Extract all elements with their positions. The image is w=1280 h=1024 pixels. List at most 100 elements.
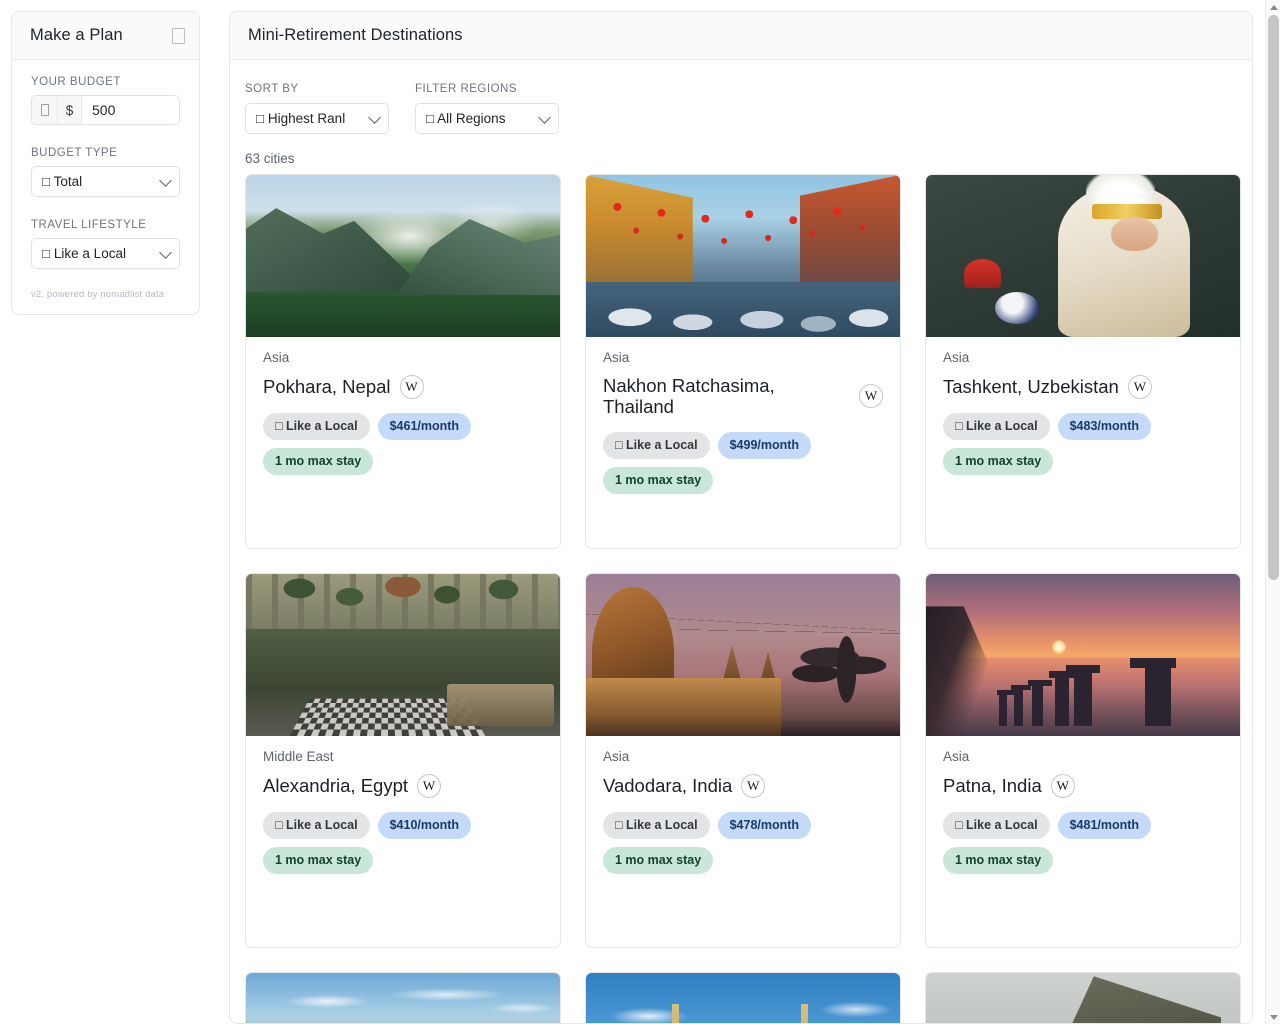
page-title: Mini-Retirement Destinations <box>248 26 463 44</box>
chip-max-stay: 1 mo max stay <box>263 847 374 874</box>
card-body: Asia Vadodara, India W □ Like a Local $4… <box>586 736 900 874</box>
destination-card[interactable] <box>245 972 561 1023</box>
results-count: 63 cities <box>245 151 295 166</box>
collapse-panel-icon[interactable] <box>172 27 185 44</box>
sidebar-container: Make a Plan YOUR BUDGET $ 500 BUDGET TYP… <box>0 0 212 1024</box>
chip-lifestyle: □ Like a Local <box>603 431 710 459</box>
wikipedia-icon[interactable]: W <box>399 375 424 399</box>
card-region: Asia <box>943 749 970 764</box>
chip-max-stay: 1 mo max stay <box>263 448 374 475</box>
chip-lifestyle: □ Like a Local <box>943 413 1050 440</box>
card-region: Asia <box>263 350 290 365</box>
card-city-name: Patna, India <box>943 775 1042 797</box>
sidebar-footer-credit: v2. powered by nomadlist data <box>31 289 165 300</box>
budget-amount-input[interactable]: 500 <box>82 96 179 124</box>
card-chips-secondary: 1 mo max stay <box>263 448 543 475</box>
main-header: Mini-Retirement Destinations <box>230 12 1252 60</box>
travel-lifestyle-value: □ Like a Local <box>42 246 126 261</box>
destination-card[interactable]: Asia Nakhon Ratchasima, Thailand W □ Lik… <box>585 174 901 549</box>
sort-by-value: □ Highest Ranl <box>256 111 346 126</box>
destination-card[interactable]: Asia Patna, India W □ Like a Local $481/… <box>925 573 1241 948</box>
card-city-name: Alexandria, Egypt <box>263 775 409 797</box>
card-city-row: Nakhon Ratchasima, Thailand W <box>603 375 883 418</box>
card-chips-secondary: 1 mo max stay <box>603 847 883 874</box>
chip-price: $478/month <box>717 812 812 839</box>
card-city-name: Vadodara, India <box>603 775 733 797</box>
card-city-name: Pokhara, Nepal <box>263 376 391 398</box>
chip-max-stay: 1 mo max stay <box>943 448 1054 475</box>
card-photo <box>926 175 1240 337</box>
budget-type-label: BUDGET TYPE <box>31 147 118 159</box>
scroll-up-arrow-icon[interactable] <box>1266 0 1280 14</box>
card-region: Asia <box>603 749 630 764</box>
destination-card[interactable]: Asia Pokhara, Nepal W □ Like a Local $46… <box>245 174 561 549</box>
wikipedia-icon[interactable]: W <box>1050 774 1075 798</box>
card-chips: □ Like a Local $478/month <box>603 812 883 839</box>
card-chips-secondary: 1 mo max stay <box>263 847 543 874</box>
chip-max-stay: 1 mo max stay <box>603 466 714 494</box>
destination-card[interactable]: Asia Vadodara, India W □ Like a Local $4… <box>585 573 901 948</box>
sort-by-label: SORT BY <box>245 83 299 95</box>
budget-label: YOUR BUDGET <box>31 76 121 88</box>
chip-lifestyle: □ Like a Local <box>263 413 370 440</box>
card-chips: □ Like a Local $410/month <box>263 812 543 839</box>
chevron-down-icon <box>159 245 172 259</box>
destination-card[interactable]: Middle East Alexandria, Egypt W □ Like a… <box>245 573 561 948</box>
chip-price: $499/month <box>717 431 812 459</box>
destination-card[interactable] <box>585 972 901 1023</box>
currency-symbol: $ <box>58 96 82 124</box>
page-scrollbar[interactable] <box>1265 0 1280 1024</box>
wikipedia-icon[interactable]: W <box>417 774 442 798</box>
card-city-name: Tashkent, Uzbekistan <box>943 376 1119 398</box>
wikipedia-icon[interactable]: W <box>741 774 766 798</box>
card-photo <box>586 175 900 337</box>
scroll-down-arrow-icon[interactable] <box>1266 1010 1280 1024</box>
card-chips-secondary: 1 mo max stay <box>943 847 1223 874</box>
chip-price: $410/month <box>377 812 472 839</box>
card-photo <box>246 175 560 337</box>
card-city-row: Tashkent, Uzbekistan W <box>943 375 1223 399</box>
budget-input-group[interactable]: $ 500 <box>31 95 180 125</box>
filter-regions-select[interactable]: □ All Regions <box>415 103 559 134</box>
chip-max-stay: 1 mo max stay <box>943 847 1054 874</box>
card-photo <box>926 973 1240 1023</box>
sort-by-select[interactable]: □ Highest Ranl <box>245 103 389 134</box>
chevron-down-icon <box>159 173 172 187</box>
app-root: Make a Plan YOUR BUDGET $ 500 BUDGET TYP… <box>0 0 1280 1024</box>
card-region: Asia <box>603 350 630 365</box>
controls-row: SORT BY □ Highest Ranl FILTER REGIONS □ … <box>245 83 1252 134</box>
budget-type-select[interactable]: □ Total <box>31 166 180 197</box>
chevron-down-icon <box>538 110 551 124</box>
wikipedia-icon[interactable]: W <box>859 384 883 409</box>
chip-lifestyle: □ Like a Local <box>943 812 1050 839</box>
travel-lifestyle-select[interactable]: □ Like a Local <box>31 238 180 269</box>
card-chips: □ Like a Local $481/month <box>943 812 1223 839</box>
card-photo <box>246 574 560 736</box>
filter-regions-value: □ All Regions <box>426 111 506 126</box>
wikipedia-icon[interactable]: W <box>1127 375 1152 399</box>
destination-card[interactable] <box>925 972 1241 1023</box>
card-chips: □ Like a Local $499/month <box>603 431 883 459</box>
sort-by-group: SORT BY □ Highest Ranl <box>245 83 389 134</box>
chip-lifestyle: □ Like a Local <box>263 812 370 839</box>
card-body: Asia Patna, India W □ Like a Local $481/… <box>926 736 1240 874</box>
card-chips: □ Like a Local $483/month <box>943 413 1223 440</box>
card-body: Asia Nakhon Ratchasima, Thailand W □ Lik… <box>586 337 900 494</box>
card-chips-secondary: 1 mo max stay <box>943 448 1223 475</box>
card-photo <box>926 574 1240 736</box>
main-container: Mini-Retirement Destinations SORT BY □ H… <box>212 0 1280 1024</box>
card-city-name: Nakhon Ratchasima, Thailand <box>603 375 775 418</box>
card-body: Asia Pokhara, Nepal W □ Like a Local $46… <box>246 337 560 475</box>
destination-card[interactable]: Asia Tashkent, Uzbekistan W □ Like a Loc… <box>925 174 1241 549</box>
main-body: SORT BY □ Highest Ranl FILTER REGIONS □ … <box>230 60 1252 1023</box>
scrollbar-thumb[interactable] <box>1268 15 1279 580</box>
destinations-panel: Mini-Retirement Destinations SORT BY □ H… <box>229 11 1253 1024</box>
card-city-row: Patna, India W <box>943 774 1223 798</box>
sidebar-body: YOUR BUDGET $ 500 BUDGET TYPE □ Total TR… <box>12 60 199 314</box>
card-region: Middle East <box>263 749 334 764</box>
sidebar-title: Make a Plan <box>30 26 123 44</box>
chip-price: $483/month <box>1057 413 1152 440</box>
card-city-row: Vadodara, India W <box>603 774 883 798</box>
card-photo <box>586 574 900 736</box>
budget-emoji-icon <box>32 96 58 124</box>
